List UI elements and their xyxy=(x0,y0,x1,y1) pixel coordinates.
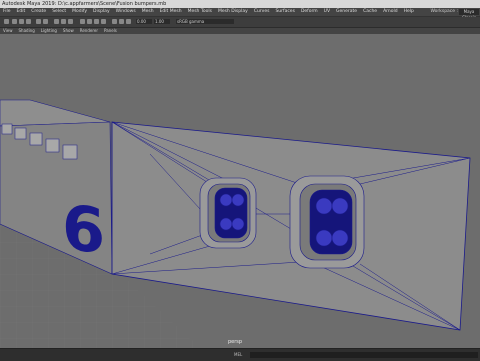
menu-mesh[interactable]: Mesh xyxy=(139,8,157,16)
gamma-field[interactable]: 1.00 xyxy=(154,19,170,24)
snap-point-icon[interactable] xyxy=(94,19,99,24)
menu-file[interactable]: File xyxy=(0,8,14,16)
mel-mode-label[interactable]: MEL xyxy=(234,349,242,361)
menu-surfaces[interactable]: Surfaces xyxy=(272,8,298,16)
command-line-input[interactable] xyxy=(250,352,478,358)
port-nozzle xyxy=(231,193,245,207)
menu-set-icon[interactable] xyxy=(4,19,9,24)
status-line-toolbar: 0.00 1.00 sRGB gamma xyxy=(0,17,480,28)
new-scene-icon[interactable] xyxy=(12,19,17,24)
hull-window xyxy=(29,132,43,146)
ipr-render-icon[interactable] xyxy=(119,19,124,24)
port-nozzle xyxy=(231,217,245,231)
select-hierarchy-icon[interactable] xyxy=(54,19,59,24)
camera-label: persp xyxy=(228,339,243,345)
menu-mesh-display[interactable]: Mesh Display xyxy=(215,8,251,16)
port-cavity xyxy=(309,189,353,255)
menu-cache[interactable]: Cache xyxy=(360,8,380,16)
hull-window xyxy=(1,123,13,135)
port-nozzle xyxy=(219,193,233,207)
title-bar: Autodesk Maya 2019: D:\c.appfarmers\Scen… xyxy=(0,0,480,8)
menu-arnold[interactable]: Arnold xyxy=(380,8,401,16)
hull-decal: 6 xyxy=(62,190,105,269)
open-scene-icon[interactable] xyxy=(19,19,24,24)
menu-curves[interactable]: Curves xyxy=(251,8,273,16)
3d-viewport[interactable]: 6 persp xyxy=(0,34,480,348)
port-nozzle xyxy=(315,229,333,247)
menu-help[interactable]: Help xyxy=(401,8,417,16)
menu-edit[interactable]: Edit xyxy=(14,8,29,16)
hull-window xyxy=(45,138,60,153)
undo-icon[interactable] xyxy=(36,19,41,24)
window-title: Autodesk Maya 2019: D:\c.appfarmers\Scen… xyxy=(2,1,167,7)
exposure-field[interactable]: 0.00 xyxy=(136,19,152,24)
menu-edit-mesh[interactable]: Edit Mesh xyxy=(157,8,185,16)
render-icon[interactable] xyxy=(112,19,117,24)
menu-display[interactable]: Display xyxy=(90,8,113,16)
hull-window xyxy=(62,144,78,160)
hull-window xyxy=(14,127,27,140)
select-component-icon[interactable] xyxy=(68,19,73,24)
menu-mesh-tools[interactable]: Mesh Tools xyxy=(185,8,215,16)
port-left xyxy=(199,177,257,249)
port-nozzle xyxy=(219,217,233,231)
menu-windows[interactable]: Windows xyxy=(113,8,139,16)
save-scene-icon[interactable] xyxy=(26,19,31,24)
snap-grid-icon[interactable] xyxy=(80,19,85,24)
port-right xyxy=(289,175,365,269)
port-nozzle xyxy=(331,229,349,247)
workspace-label: Workspace : xyxy=(430,9,458,14)
snap-plane-icon[interactable] xyxy=(101,19,106,24)
render-settings-icon[interactable] xyxy=(126,19,131,24)
menu-create[interactable]: Create xyxy=(28,8,49,16)
colorspace-dropdown[interactable]: sRGB gamma xyxy=(176,19,234,24)
main-menubar: File Edit Create Select Modify Display Windows… xyxy=(0,8,480,20)
viewport-scene: 6 xyxy=(0,34,480,348)
workspace-dropdown[interactable]: Maya Classic xyxy=(459,9,479,20)
port-nozzle xyxy=(331,197,349,215)
menu-modify[interactable]: Modify xyxy=(69,8,90,16)
snap-curve-icon[interactable] xyxy=(87,19,92,24)
port-nozzle xyxy=(315,197,333,215)
menu-select[interactable]: Select xyxy=(49,8,69,16)
command-line-bar: MEL xyxy=(0,348,480,361)
menu-deform[interactable]: Deform xyxy=(298,8,321,16)
redo-icon[interactable] xyxy=(43,19,48,24)
menu-generate[interactable]: Generate xyxy=(333,8,360,16)
menu-uv[interactable]: UV xyxy=(321,8,333,16)
select-object-icon[interactable] xyxy=(61,19,66,24)
